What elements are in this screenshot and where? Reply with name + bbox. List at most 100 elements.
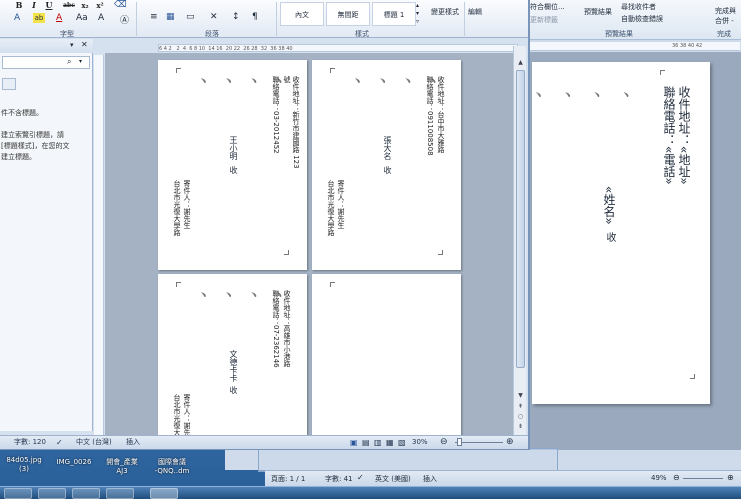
web-layout-icon[interactable]: ▥ [374, 436, 382, 449]
zoom-out-icon[interactable]: ⊖ [440, 436, 448, 449]
recipient-name: 文德卡卡 [229, 350, 238, 382]
envelope-page-1[interactable]: ﹅ ﹅ ﹅ ﹅ 收件地址：新竹市建國路 123 號 聯絡電話：03-201245… [158, 60, 307, 270]
style-normal[interactable]: 內文 [280, 2, 324, 26]
update-labels-button[interactable]: 更新標籤 [530, 15, 558, 25]
zoom-level[interactable]: 30% [412, 436, 428, 449]
front-word-window[interactable]: B I U abc x₂ x² ⌫ A ab A Aa A Ⓐ 字型 ≡ ▦ ▭… [0, 0, 530, 450]
recipient-address: 收件地址：台中市大雅路 [437, 76, 445, 153]
nav-close-icon[interactable]: ✕ [81, 40, 88, 49]
finish-group-label: 完成 [717, 30, 731, 38]
zoom-level[interactable]: 49% [651, 474, 667, 482]
vertical-ruler[interactable] [94, 55, 104, 435]
envelope-page-3[interactable]: ﹅ ﹅ ﹅ ﹅ 收件地址：高雄市小港路 聯絡電話：07-2362146 文德卡卡… [158, 274, 307, 435]
strikethrough-button[interactable]: abc [62, 0, 76, 11]
font-size-grow-icon[interactable]: Aa [76, 13, 88, 23]
insert-mode[interactable]: 插入 [126, 436, 140, 449]
envelope-page-4[interactable] [312, 274, 461, 435]
zoom-out-icon[interactable]: ⊖ [673, 473, 680, 482]
zoom-in-icon[interactable]: ⊕ [506, 436, 514, 449]
browse-object-icon[interactable]: ○ [515, 412, 526, 422]
scrollbar-thumb[interactable] [516, 70, 525, 368]
change-styles-button[interactable]: 變更樣式 [428, 7, 462, 17]
horizontal-ruler[interactable]: 6 4 2 2 4 6 8 10 14 16 20 22 26 28 32 36… [158, 44, 518, 52]
highlight-icon[interactable]: ab [33, 13, 45, 23]
style-heading-1[interactable]: 標題 1 [372, 2, 416, 26]
ribbon-separator [464, 2, 465, 36]
bold-button[interactable]: B [14, 0, 24, 11]
sender-name: 寄件人：謝先 [183, 394, 191, 435]
phonetic-icon[interactable]: A [98, 13, 104, 23]
receive-text: 收 [604, 232, 615, 242]
style-h1-label: 標題 1 [383, 11, 405, 19]
subscript-button[interactable]: x₂ [80, 0, 90, 11]
nav-menu-icon[interactable]: ▾ [70, 41, 74, 49]
vertical-scrollbar[interactable]: ▲ ▼ ⇞ ○ ⇟ [513, 46, 526, 435]
asian-layout-icon[interactable]: ✕ [210, 12, 218, 22]
merge-field-button[interactable]: 符合欄位... [530, 2, 565, 12]
start-button[interactable] [4, 488, 32, 499]
search-dropdown-icon[interactable]: ▾ [79, 58, 82, 65]
envelope-page-2[interactable]: ﹅ ﹅ ﹅ ﹅ 收件地址：台中市大雅路 聯絡電話：0911008508 張大名 … [312, 60, 461, 270]
align-center-icon[interactable]: ≡ [150, 12, 158, 22]
auto-check-button[interactable]: 自動檢查錯誤 [621, 14, 663, 24]
word-count[interactable]: 字數: 120 [14, 436, 46, 449]
nav-pane-header: ▾ ✕ [0, 39, 93, 53]
finish-merge-button[interactable]: 完成與 [715, 6, 736, 16]
show-marks-icon[interactable]: ¶ [252, 12, 258, 22]
sort-icon[interactable]: ↕ [232, 12, 240, 22]
proofing-icon[interactable]: ✓ [56, 436, 63, 449]
corner-mark [438, 250, 443, 255]
prev-page-icon[interactable]: ⇞ [515, 402, 526, 412]
underline-button[interactable]: U [44, 0, 54, 11]
insert-mode[interactable]: 插入 [423, 474, 437, 484]
desktop-icon-file3[interactable]: 開會_產業 AJ3 [98, 458, 146, 476]
superscript-button[interactable]: x² [95, 0, 105, 11]
borders-icon[interactable]: ▭ [186, 12, 195, 22]
clear-format-icon[interactable]: ⌫ [114, 0, 127, 10]
desktop-icon-file4[interactable]: 國際會議 -QNQ..dm [148, 458, 196, 476]
styles-scroll-icon[interactable]: ▴ ▾ ▿ [416, 2, 419, 26]
fullscreen-reading-icon[interactable]: ▤ [362, 436, 370, 449]
language-indicator[interactable]: 中文 (台灣) [76, 436, 112, 449]
page-count[interactable]: 頁面: 1 / 1 [271, 474, 305, 484]
desktop-icon-file1[interactable]: 84d05.jpg (3) [0, 456, 48, 474]
font-color-icon[interactable]: A [56, 13, 62, 23]
document-workspace: ﹅ ﹅ ﹅ ﹅ 收件地址：新竹市建國路 123 號 聯絡電話：03-201245… [105, 53, 513, 435]
shading-icon[interactable]: ▦ [166, 12, 175, 22]
taskbar-app-media[interactable] [72, 488, 100, 499]
taskbar-app-browser[interactable] [106, 488, 134, 499]
nav-search-input[interactable]: ⌕ ▾ [2, 56, 90, 69]
search-icon[interactable]: ⌕ [67, 57, 71, 67]
editing-button[interactable]: 編輯 [468, 7, 482, 17]
enclose-char-icon[interactable]: Ⓐ [120, 13, 129, 26]
outline-icon[interactable]: ▦ [386, 436, 394, 449]
scroll-up-icon[interactable]: ▲ [515, 58, 526, 68]
preview-results-button[interactable]: 預覽結果 [580, 7, 616, 17]
next-page-icon[interactable]: ⇟ [515, 422, 526, 432]
recipient-address: 收件地址：高雄市小港路 [283, 290, 291, 367]
desktop-icon-file2[interactable]: IMG_0026 [50, 458, 98, 467]
zoom-slider[interactable] [455, 438, 503, 446]
style-no-spacing[interactable]: 無間距 [326, 2, 370, 26]
zoom-slider-knob[interactable] [457, 438, 462, 446]
proofing-icon[interactable]: ✓ [357, 473, 364, 482]
draft-icon[interactable]: ▧ [398, 436, 406, 449]
home-ribbon: B I U abc x₂ x² ⌫ A ab A Aa A Ⓐ 字型 ≡ ▦ ▭… [0, 0, 528, 38]
taskbar-app-explorer[interactable] [38, 488, 66, 499]
word-count[interactable]: 字數: 41 [325, 474, 353, 484]
text-effects-icon[interactable]: A [14, 13, 20, 23]
back-envelope-page[interactable]: ﹅ ﹅ ﹅ ﹅ 收件地址：«地址» 聯絡電話：«電話» «姓名» 收 [532, 62, 710, 404]
sender-address: 台北市光復大 [173, 394, 181, 435]
italic-button[interactable]: I [29, 0, 39, 11]
taskbar-app-word[interactable] [150, 488, 178, 499]
print-layout-icon[interactable]: ▣ [350, 436, 358, 449]
receive-text: 收 [383, 166, 392, 174]
nav-tab-headings[interactable] [2, 78, 16, 90]
language-indicator[interactable]: 英文 (美國) [375, 474, 411, 484]
zoom-in-icon[interactable]: ⊕ [727, 473, 734, 482]
merge-phone-field: 聯絡電話：«電話» [662, 86, 676, 185]
scroll-down-icon[interactable]: ▼ [515, 391, 526, 401]
recipient-phone: 聯絡電話：03-2012452 [272, 76, 280, 154]
back-zoom-slider[interactable] [683, 478, 723, 479]
find-recipient-button[interactable]: 尋找收件者 [621, 2, 656, 12]
